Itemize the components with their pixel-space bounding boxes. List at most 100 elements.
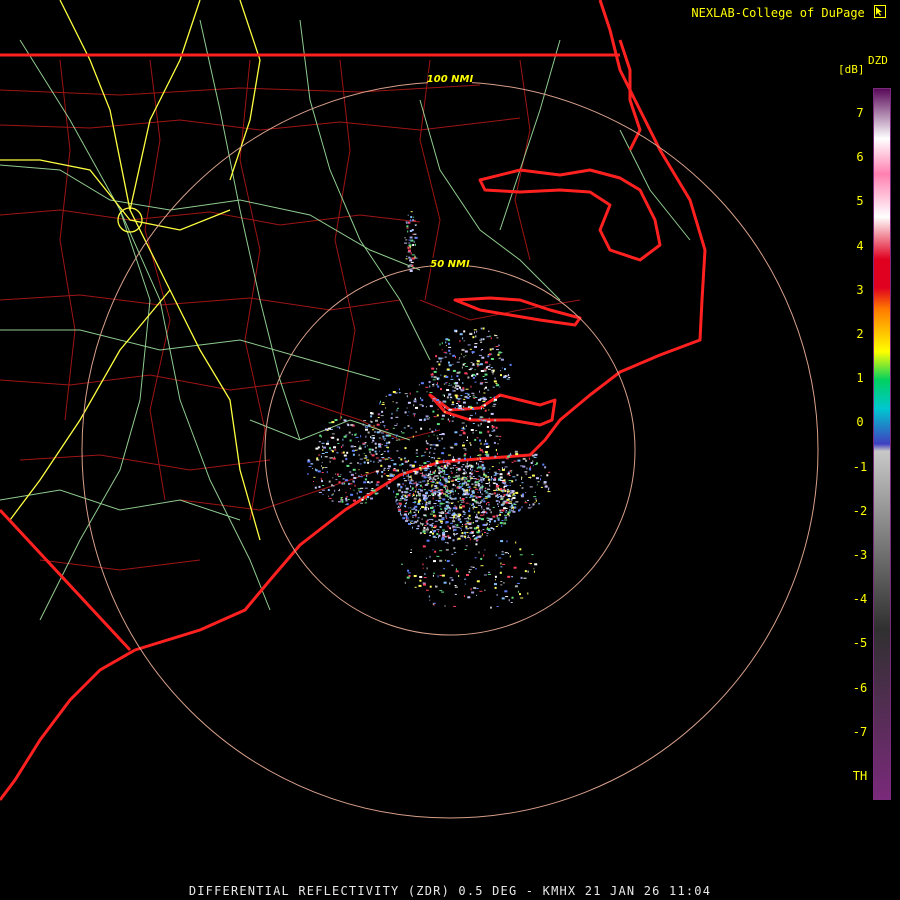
echo-pixel (480, 478, 483, 481)
echo-pixel (407, 572, 411, 574)
echo-pixel (475, 430, 478, 432)
echo-pixel (450, 470, 452, 472)
echo-pixel (494, 398, 497, 401)
echo-pixel (451, 401, 454, 404)
echo-pixel (393, 468, 396, 470)
echo-pixel (345, 504, 347, 505)
echo-pixel (501, 553, 505, 555)
echo-pixel (386, 475, 390, 476)
echo-pixel (481, 505, 483, 508)
echo-pixel (410, 510, 412, 513)
echo-pixel (525, 473, 528, 475)
echo-pixel (431, 376, 433, 378)
echo-pixel (469, 348, 472, 350)
echo-pixel (381, 438, 383, 440)
echo-pixel (508, 454, 512, 456)
echo-pixel (407, 265, 410, 268)
echo-pixel (525, 492, 527, 494)
echo-pixel (338, 501, 341, 503)
echo-pixel (468, 523, 472, 525)
echo-pixel (503, 486, 505, 488)
echo-pixel (404, 480, 408, 482)
echo-pixel (445, 485, 448, 487)
echo-pixel (477, 458, 479, 460)
echo-pixel (459, 527, 462, 529)
echo-pixel (508, 501, 512, 503)
echo-pixel (494, 455, 496, 457)
radar-map[interactable]: 100 NMI 50 NMI (0, 0, 900, 900)
echo-pixel (409, 230, 413, 232)
echo-pixel (501, 467, 503, 470)
echo-pixel (429, 585, 432, 588)
echo-pixel (503, 494, 506, 497)
echo-pixel (494, 586, 497, 589)
echo-pixel (409, 236, 413, 239)
echo-pixel (456, 469, 458, 471)
echo-pixel (369, 420, 371, 422)
echo-pixel (358, 490, 360, 492)
echo-pixel (375, 419, 378, 422)
echo-pixel (355, 436, 359, 438)
echo-pixel (416, 456, 419, 457)
echo-pixel (426, 461, 430, 463)
echo-pixel (435, 444, 439, 447)
echo-pixel (400, 514, 403, 516)
echo-pixel (401, 563, 403, 565)
echo-pixel (469, 507, 471, 510)
echo-pixel (481, 489, 483, 491)
echo-pixel (462, 428, 466, 430)
echo-pixel (434, 493, 436, 496)
echo-pixel (452, 389, 454, 392)
echo-pixel (467, 476, 469, 477)
echo-pixel (482, 376, 485, 377)
echo-pixel (495, 382, 498, 384)
echo-pixel (450, 497, 453, 500)
echo-pixel (485, 386, 487, 389)
echo-pixel (440, 479, 441, 481)
echo-pixel (467, 480, 471, 483)
echo-pixel (501, 520, 504, 521)
echo-pixel (445, 376, 449, 378)
echo-pixel (412, 435, 414, 438)
echo-pixel (432, 511, 435, 514)
echo-pixel (404, 485, 406, 487)
echo-pixel (519, 508, 521, 511)
echo-pixel (450, 490, 453, 493)
echo-pixel (402, 497, 404, 499)
echo-pixel (506, 488, 509, 490)
echo-pixel (531, 554, 534, 556)
echo-pixel (453, 390, 456, 392)
echo-pixel (466, 532, 469, 533)
echo-pixel (499, 473, 503, 476)
echo-pixel (531, 506, 533, 508)
echo-pixel (513, 504, 517, 505)
echo-pixel (328, 497, 332, 499)
echo-pixel (420, 382, 424, 385)
echo-pixel (495, 435, 499, 437)
echo-pixel (442, 477, 445, 479)
echo-pixel (369, 481, 371, 484)
echo-pixel (376, 492, 379, 494)
echo-pixel (454, 585, 457, 586)
echo-pixel (428, 381, 431, 383)
echo-pixel (461, 488, 464, 490)
echo-pixel (322, 485, 325, 486)
echo-pixel (322, 445, 323, 448)
echo-pixel (383, 450, 386, 452)
echo-pixel (512, 497, 516, 499)
echo-pixel (464, 470, 466, 472)
echo-pixel (474, 557, 477, 559)
echo-pixel (390, 417, 393, 419)
range-label-100: 100 NMI (427, 74, 474, 85)
echo-pixel (507, 472, 510, 475)
echo-pixel (393, 490, 395, 493)
echo-pixel (434, 537, 437, 538)
echo-pixel (384, 459, 386, 461)
echo-pixel (430, 531, 432, 533)
echo-pixel (423, 489, 426, 491)
echo-pixel (349, 471, 352, 473)
echo-pixel (439, 519, 441, 521)
echo-pixel (461, 366, 463, 369)
echo-pixel (430, 470, 431, 473)
echo-pixel (425, 501, 427, 504)
